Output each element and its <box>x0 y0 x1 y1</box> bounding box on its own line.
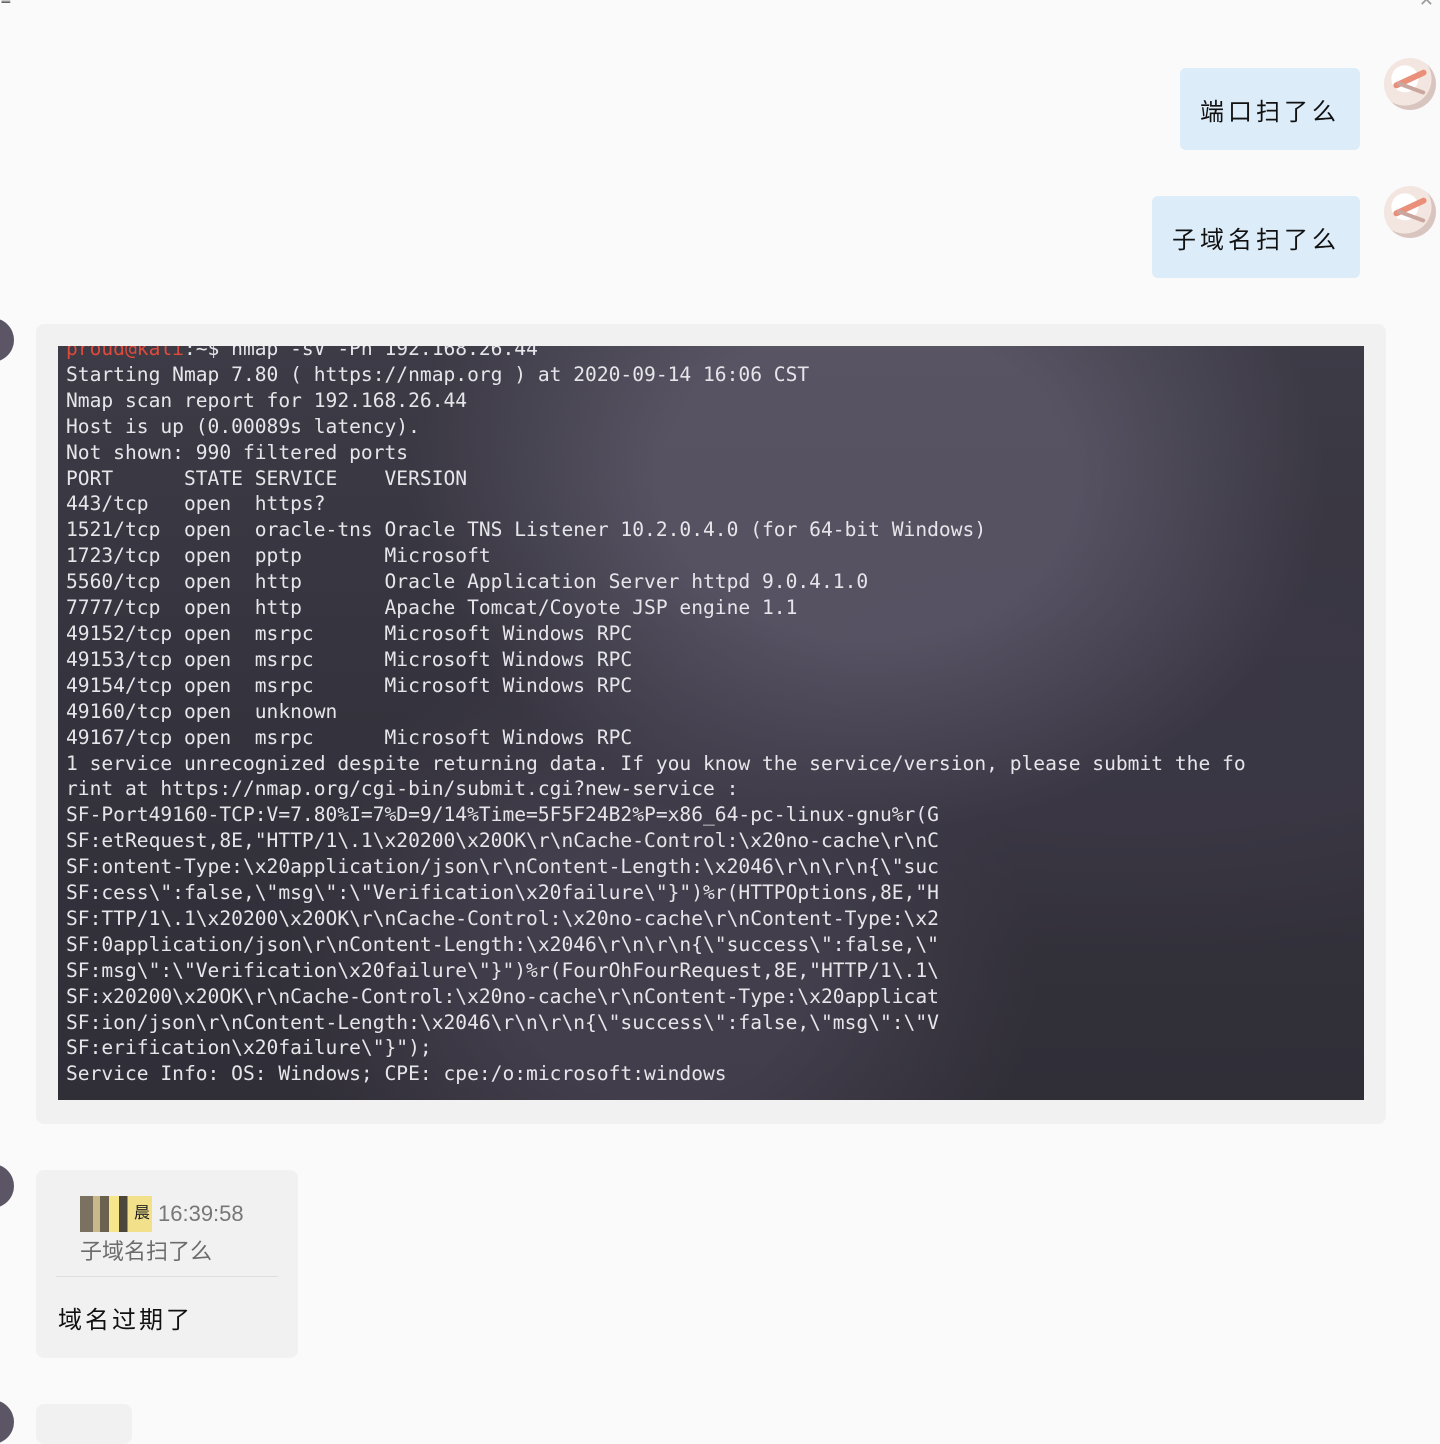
terminal-line: 1521/tcp open oracle-tns Oracle TNS List… <box>66 518 987 542</box>
terminal-line: SF-Port49160-TCP:V=7.80%I=7%D=9/14%Time=… <box>66 803 939 827</box>
quote-text: 子域名扫了么 <box>80 1239 213 1264</box>
terminal-line: SF:x20200\x20OK\r\nCache-Control:\x20no-… <box>66 984 939 1008</box>
reply-text: 域名过期了 <box>58 1306 193 1334</box>
message-text: 端口扫了么 <box>1200 97 1340 126</box>
terminal-lines: Starting Nmap 7.80 ( https://nmap.org ) … <box>66 363 1246 1085</box>
user-avatar[interactable] <box>1384 58 1436 110</box>
terminal-line: 49153/tcp open msrpc Microsoft Windows R… <box>66 647 633 671</box>
terminal-output: proud@kali:~$ nmap -sV -Pn 192.168.26.44… <box>66 346 1246 1087</box>
terminal-line: 443/tcp open https? <box>66 492 326 516</box>
user-avatar[interactable] <box>1384 186 1436 238</box>
quote-time: 16:39:58 <box>158 1201 244 1226</box>
terminal-line: SF:ion/json\r\nContent-Length:\x2046\r\n… <box>66 1010 939 1034</box>
reply-divider <box>56 1276 278 1277</box>
terminal-line: Not shown: 990 filtered ports <box>66 440 409 464</box>
terminal-screenshot[interactable]: proud@kali:~$ nmap -sV -Pn 192.168.26.44… <box>58 346 1364 1100</box>
terminal-line: 49167/tcp open msrpc Microsoft Windows R… <box>66 725 633 749</box>
message-text: 子域名扫了么 <box>1172 225 1340 254</box>
terminal-line: 5560/tcp open http Oracle Application Se… <box>66 570 869 594</box>
corner-icon[interactable]: ✕ <box>1419 0 1434 11</box>
quote-header: 晨 16:39:58 <box>80 1196 244 1232</box>
sender-avatar[interactable] <box>0 1164 14 1208</box>
terminal-line: SF:erification\x20failure\"}"); <box>66 1036 432 1060</box>
terminal-line: Starting Nmap 7.80 ( https://nmap.org ) … <box>66 362 810 386</box>
message-bubble-ports[interactable]: 端口扫了么 <box>1180 68 1360 150</box>
terminal-line: SF:msg\":\"Verification\x20failure\"}")%… <box>66 958 939 982</box>
terminal-line: Host is up (0.00089s latency). <box>66 414 420 438</box>
terminal-line: SF:cess\":false,\"msg\":\"Verification\x… <box>66 881 939 905</box>
terminal-line: SF:etRequest,8E,"HTTP/1\.1\x20200\x20OK\… <box>66 829 939 853</box>
quote-sender-name-redacted: 晨 <box>80 1196 152 1232</box>
terminal-line: Nmap scan report for 192.168.26.44 <box>66 388 468 412</box>
message-bubble-subdomain[interactable]: 子域名扫了么 <box>1152 196 1360 278</box>
terminal-line: PORT STATE SERVICE VERSION <box>66 466 468 490</box>
terminal-line: SF:TTP/1\.1\x20200\x20OK\r\nCache-Contro… <box>66 906 939 930</box>
terminal-line: 49160/tcp open unknown <box>66 699 338 723</box>
top-left-fragment: ≡ <box>0 0 12 8</box>
terminal-line: 1723/tcp open pptp Microsoft <box>66 544 491 568</box>
terminal-line: rint at https://nmap.org/cgi-bin/submit.… <box>66 777 739 801</box>
terminal-line: SF:ontent-Type:\x20application/json\r\nC… <box>66 855 939 879</box>
terminal-prompt-user: proud@kali <box>66 346 184 360</box>
sender-avatar[interactable] <box>0 1400 14 1444</box>
terminal-line: 49152/tcp open msrpc Microsoft Windows R… <box>66 621 633 645</box>
terminal-line: Service Info: OS: Windows; CPE: cpe:/o:m… <box>66 1062 727 1086</box>
terminal-line: 49154/tcp open msrpc Microsoft Windows R… <box>66 673 633 697</box>
terminal-line: SF:0application/json\r\nContent-Length:\… <box>66 932 939 956</box>
terminal-line: 1 service unrecognized despite returning… <box>66 751 1246 775</box>
terminal-prompt-command: :~$ nmap -sV -Pn 192.168.26.44 <box>183 346 538 360</box>
terminal-line: 7777/tcp open http Apache Tomcat/Coyote … <box>66 596 798 620</box>
message-bubble-partial[interactable] <box>36 1404 132 1444</box>
sender-avatar[interactable] <box>0 318 14 362</box>
